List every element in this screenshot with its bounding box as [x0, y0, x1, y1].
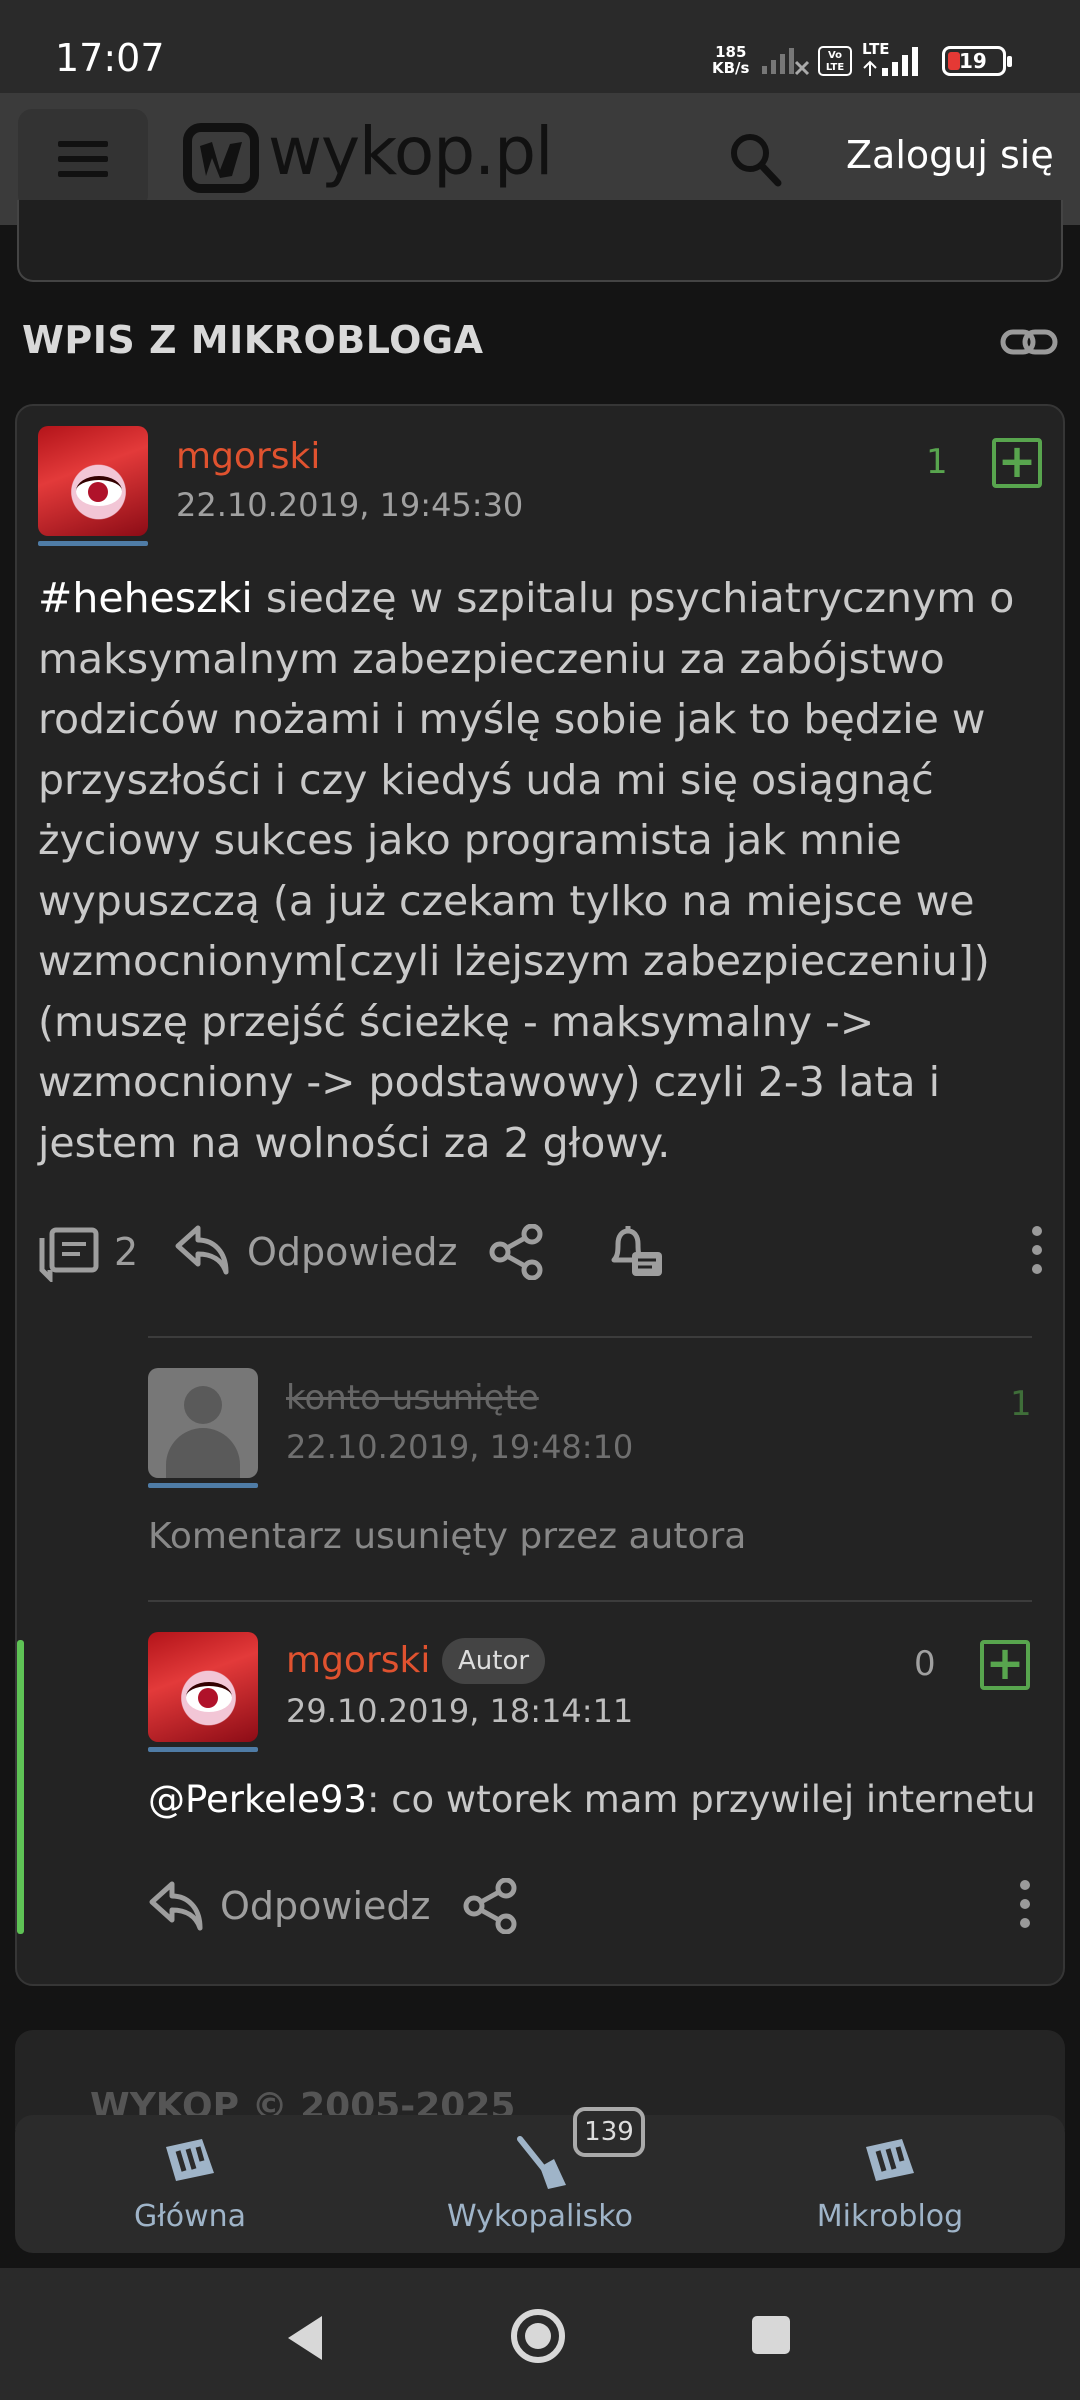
reply-icon[interactable]	[174, 1224, 230, 1276]
notification-badge: 139	[573, 2107, 645, 2157]
site-logo[interactable]: wykop.pl	[268, 113, 553, 190]
signal-icon	[863, 47, 918, 76]
entry-vote-count: 1	[926, 442, 948, 482]
comment-date: 22.10.2019, 19:48:10	[286, 1428, 634, 1466]
more-options-icon[interactable]	[1020, 1880, 1030, 1937]
shovel-icon	[517, 2136, 566, 2189]
share-icon[interactable]	[488, 1224, 544, 1280]
upvote-button[interactable]: +	[980, 1640, 1030, 1690]
nav-item-glowna[interactable]: Główna	[15, 2115, 365, 2253]
battery-icon: 19	[942, 46, 1012, 76]
comments-icon[interactable]	[38, 1226, 100, 1282]
volte-icon: Vo LTE	[818, 46, 852, 76]
more-options-icon[interactable]	[1032, 1226, 1042, 1283]
nav-label: Główna	[133, 2199, 247, 2234]
entry-body: #heheszki siedzę w szpitalu psychiatrycz…	[38, 574, 1015, 1167]
entry-author[interactable]: mgorski	[176, 436, 320, 477]
home-logo-icon	[166, 2139, 214, 2181]
avatar[interactable]	[38, 426, 148, 536]
nav-label: Mikroblog	[816, 2199, 964, 2234]
network-speed: 185 KB/s	[712, 43, 750, 77]
previous-card	[17, 200, 1063, 282]
battery-level: 19	[959, 49, 987, 73]
nav-label: Wykopalisko	[447, 2199, 633, 2234]
nav-item-wykopalisko[interactable]: Wykopalisko	[365, 2115, 715, 2253]
comment-author[interactable]: mgorski	[286, 1640, 430, 1681]
user-mention[interactable]: @Perkele93	[148, 1778, 367, 1821]
entry-tag[interactable]: #heheszki	[38, 574, 253, 622]
upvote-button[interactable]: +	[992, 438, 1042, 488]
back-icon[interactable]	[282, 2312, 328, 2364]
reply-icon[interactable]	[148, 1880, 204, 1932]
comment-vote-count: 0	[914, 1644, 936, 1684]
comment-count[interactable]: 2	[114, 1230, 138, 1274]
reply-button[interactable]: Odpowiedz	[220, 1884, 430, 1928]
comment-deleted-text: Komentarz usunięty przez autora	[148, 1516, 747, 1557]
comment-text: @Perkele93: co wtorek mam przywilej inte…	[148, 1778, 1036, 1821]
highlight-bar	[17, 1640, 24, 1934]
home-icon[interactable]	[508, 2306, 568, 2366]
login-button[interactable]: Zaloguj się	[846, 133, 1054, 177]
comment-date[interactable]: 29.10.2019, 18:14:11	[286, 1692, 633, 1730]
avatar[interactable]	[148, 1632, 258, 1742]
author-badge: Autor	[442, 1638, 546, 1684]
notification-bell-icon[interactable]	[604, 1222, 664, 1282]
status-time: 17:07	[55, 36, 165, 80]
section-title: WPIS Z MIKROBLOGA	[22, 318, 484, 362]
link-icon[interactable]	[1000, 322, 1058, 362]
share-icon[interactable]	[462, 1878, 518, 1934]
wykop-logo-icon[interactable]	[183, 123, 259, 193]
menu-button[interactable]	[18, 109, 148, 209]
comment-author-deleted: konto usunięte	[286, 1378, 539, 1418]
comment-vote-count: 1	[1010, 1384, 1032, 1424]
reply-button[interactable]: Odpowiedz	[247, 1230, 457, 1274]
system-navigation-bar	[0, 2268, 1080, 2400]
search-icon[interactable]	[728, 131, 782, 187]
mikroblog-logo-icon	[866, 2139, 914, 2181]
deleted-user-avatar	[148, 1368, 258, 1478]
recents-icon[interactable]	[750, 2314, 794, 2358]
hamburger-icon	[58, 141, 108, 147]
bottom-navigation: Główna Wykopalisko 139 Mikroblog	[15, 2107, 1065, 2253]
status-bar: 17:07 185 KB/s Vo LTE LTE 19	[0, 0, 1080, 93]
entry-date[interactable]: 22.10.2019, 19:45:30	[176, 486, 523, 524]
nav-item-mikroblog[interactable]: Mikroblog	[715, 2115, 1065, 2253]
signal-weak-icon	[762, 48, 810, 76]
